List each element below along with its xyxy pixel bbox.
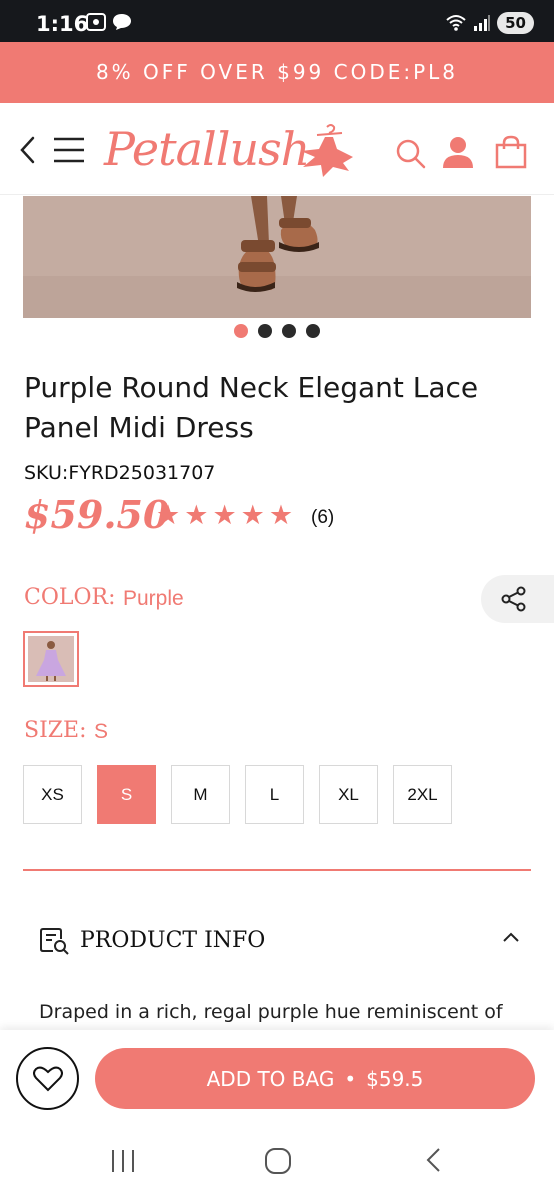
screenshot-icon bbox=[86, 13, 106, 31]
add-to-bag-price: $59.5 bbox=[366, 1066, 424, 1091]
carousel-dot[interactable] bbox=[306, 324, 320, 338]
system-back-icon[interactable] bbox=[424, 1147, 442, 1173]
product-photo bbox=[23, 196, 531, 318]
product-image[interactable] bbox=[23, 196, 531, 318]
size-option-xl[interactable]: XL bbox=[319, 765, 378, 824]
site-header: Petallush bbox=[0, 103, 554, 195]
add-to-bag-separator: • bbox=[344, 1066, 357, 1091]
add-to-bag-button[interactable]: ADD TO BAG • $59.5 bbox=[95, 1048, 535, 1109]
color-label: COLOR: bbox=[24, 585, 116, 610]
size-option-xs[interactable]: XS bbox=[23, 765, 82, 824]
chat-icon bbox=[113, 14, 131, 30]
share-button[interactable] bbox=[481, 575, 554, 623]
logo-text: Petallush bbox=[104, 122, 310, 176]
review-count[interactable]: (6) bbox=[311, 507, 334, 529]
product-description: Draped in a rich, regal purple hue remin… bbox=[39, 1001, 503, 1023]
size-option-l[interactable]: L bbox=[245, 765, 304, 824]
system-nav-bar bbox=[0, 1125, 554, 1200]
size-value: S bbox=[94, 720, 109, 743]
size-option-m[interactable]: M bbox=[171, 765, 230, 824]
search-icon[interactable] bbox=[396, 139, 426, 169]
swatch-thumbnail bbox=[28, 636, 74, 682]
rating-stars[interactable]: ★ ★ ★ ★ ★ bbox=[156, 501, 293, 529]
star-icon: ★ bbox=[212, 500, 237, 530]
star-icon: ★ bbox=[240, 500, 265, 530]
color-value: Purple bbox=[123, 587, 184, 610]
carousel-dot[interactable] bbox=[282, 324, 296, 338]
product-info-title: PRODUCT INFO bbox=[80, 928, 266, 953]
add-to-bag-label: ADD TO BAG bbox=[206, 1066, 335, 1091]
recent-apps-icon[interactable] bbox=[110, 1149, 136, 1173]
heart-icon bbox=[32, 1066, 63, 1091]
shopping-bag-icon[interactable] bbox=[495, 135, 527, 169]
carousel-dot[interactable] bbox=[258, 324, 272, 338]
battery-indicator: 50 bbox=[497, 12, 534, 34]
product-info-header[interactable]: PRODUCT INFO bbox=[40, 925, 530, 959]
status-time: 1:16 bbox=[36, 12, 89, 36]
hamburger-menu-icon[interactable] bbox=[53, 137, 85, 163]
size-option-2xl[interactable]: 2XL bbox=[393, 765, 452, 824]
star-icon: ★ bbox=[268, 500, 294, 530]
user-icon[interactable] bbox=[442, 136, 474, 168]
back-arrow-icon[interactable] bbox=[18, 135, 38, 165]
size-options: XS S M L XL 2XL bbox=[23, 765, 452, 824]
status-bar: 1:16 50 bbox=[0, 0, 554, 42]
chevron-up-icon[interactable] bbox=[502, 931, 520, 943]
carousel-indicator bbox=[0, 324, 554, 338]
home-icon[interactable] bbox=[264, 1147, 292, 1175]
carousel-dot[interactable] bbox=[234, 324, 248, 338]
promo-banner[interactable]: 8% OFF OVER $99 CODE:PL8 bbox=[0, 42, 554, 103]
section-divider bbox=[23, 869, 531, 871]
dress-logo-icon bbox=[301, 124, 354, 177]
star-icon: ★ bbox=[184, 500, 209, 530]
size-option-s[interactable]: S bbox=[97, 765, 156, 824]
product-price: $59.50 bbox=[24, 492, 170, 537]
brand-logo[interactable]: Petallush bbox=[104, 119, 355, 179]
color-swatch-purple[interactable] bbox=[23, 631, 79, 687]
wifi-icon bbox=[446, 15, 466, 31]
share-icon bbox=[501, 586, 526, 612]
product-sku: SKU:FYRD25031707 bbox=[24, 462, 216, 484]
wishlist-button[interactable] bbox=[16, 1047, 79, 1110]
star-icon: ★ bbox=[156, 500, 181, 530]
product-title: Purple Round Neck Elegant Lace Panel Mid… bbox=[24, 371, 479, 444]
bottom-action-bar: ADD TO BAG • $59.5 bbox=[0, 1030, 554, 1125]
size-label: SIZE: bbox=[24, 718, 87, 743]
signal-icon bbox=[474, 15, 491, 31]
document-search-icon bbox=[40, 928, 69, 955]
dress-thumbnail bbox=[28, 636, 74, 682]
